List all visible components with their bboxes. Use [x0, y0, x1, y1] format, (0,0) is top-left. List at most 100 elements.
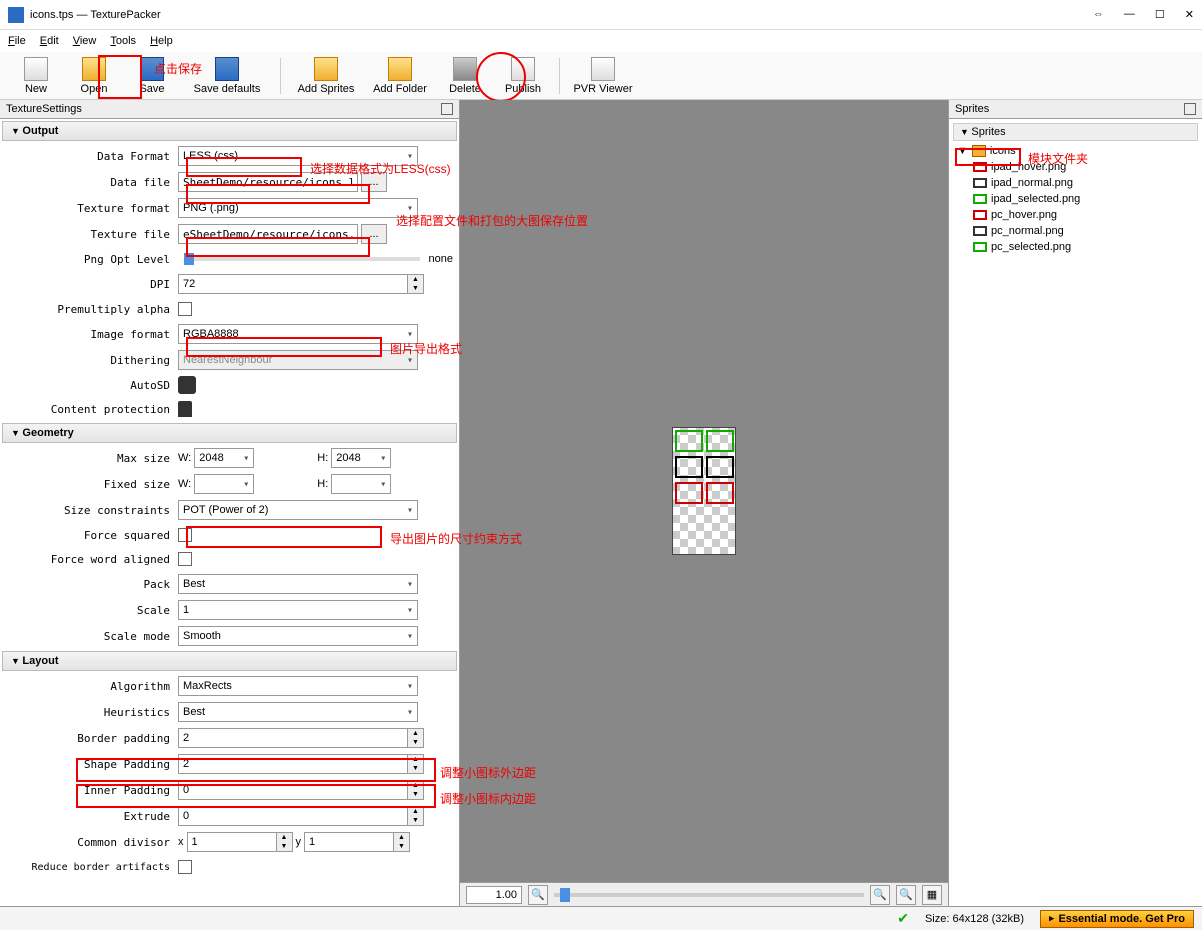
sprite-sheet-preview: [672, 427, 736, 555]
zoom-in-icon[interactable]: 🔍: [870, 885, 890, 905]
publish-button[interactable]: Publish: [495, 55, 551, 97]
tree-item[interactable]: ipad_normal.png: [953, 175, 1198, 191]
menu-tools[interactable]: Tools: [110, 35, 136, 47]
border-pad-spinner[interactable]: ▲▼: [408, 728, 424, 748]
texture-file-label: Texture file: [6, 228, 178, 241]
png-icon: [973, 242, 987, 252]
minimize-button[interactable]: —: [1124, 8, 1135, 21]
inner-pad-spinner[interactable]: ▲▼: [408, 780, 424, 800]
data-file-browse[interactable]: ...: [361, 172, 387, 192]
png-icon: [973, 226, 987, 236]
add-folder-button[interactable]: Add Folder: [365, 55, 435, 97]
size-constr-combo[interactable]: POT (Power of 2): [178, 500, 418, 520]
sprites-tree-header[interactable]: Sprites: [953, 123, 1198, 141]
texture-file-browse[interactable]: ...: [361, 224, 387, 244]
zoom-out-icon[interactable]: 🔍: [528, 885, 548, 905]
publish-icon: [511, 57, 535, 81]
shape-pad-input[interactable]: [178, 754, 408, 774]
tree-item[interactable]: pc_selected.png: [953, 239, 1198, 255]
common-y-input[interactable]: [304, 832, 394, 852]
shape-pad-spinner[interactable]: ▲▼: [408, 754, 424, 774]
autosd-gear-icon[interactable]: [178, 376, 196, 394]
menubar: File Edit View Tools Help: [0, 30, 1202, 52]
open-button[interactable]: Open: [66, 55, 122, 97]
fixed-h-combo[interactable]: [331, 474, 391, 494]
sprites-panel-title: Sprites: [949, 100, 1202, 119]
force-wa-label: Force word aligned: [6, 553, 178, 566]
close-button[interactable]: ✕: [1185, 8, 1194, 21]
tree-item[interactable]: pc_hover.png: [953, 207, 1198, 223]
pvr-viewer-button[interactable]: PVR Viewer: [568, 55, 638, 97]
delete-icon: [453, 57, 477, 81]
texture-file-input[interactable]: [178, 224, 358, 244]
tree-item[interactable]: ipad_selected.png: [953, 191, 1198, 207]
premul-label: Premultiply alpha: [6, 303, 178, 316]
zoom-fit-icon[interactable]: 🔍: [896, 885, 916, 905]
dither-combo: NearestNeighbour: [178, 350, 418, 370]
tree-folder-icons[interactable]: ▼ icons: [953, 143, 1198, 159]
menu-view[interactable]: View: [73, 35, 97, 47]
undock-icon[interactable]: [441, 103, 453, 115]
add-sprites-button[interactable]: Add Sprites: [289, 55, 363, 97]
border-pad-input[interactable]: [178, 728, 408, 748]
max-w-combo[interactable]: 2048: [194, 448, 254, 468]
png-icon: [973, 162, 987, 172]
toolbar: New Open Save Save defaults Add Sprites …: [0, 52, 1202, 100]
common-x-input[interactable]: [187, 832, 277, 852]
settings-panel: TextureSettings Output Data Format LESS …: [0, 100, 460, 906]
save-button[interactable]: Save: [124, 55, 180, 97]
tree-item[interactable]: pc_normal.png: [953, 223, 1198, 239]
lock-icon[interactable]: [178, 401, 192, 417]
reduce-label: Reduce border artifacts: [6, 862, 178, 873]
dpi-spinner[interactable]: ▲▼: [408, 274, 424, 294]
scale-mode-combo[interactable]: Smooth: [178, 626, 418, 646]
section-layout[interactable]: Layout: [2, 651, 457, 671]
zoom-slider[interactable]: [554, 893, 864, 897]
extrude-spinner[interactable]: ▲▼: [408, 806, 424, 826]
force-sq-checkbox[interactable]: [178, 528, 192, 542]
get-pro-button[interactable]: Essential mode. Get Pro: [1040, 910, 1194, 928]
sprites-panel: Sprites Sprites ▼ icons ipad_hover.png i…: [948, 100, 1202, 906]
tree-item[interactable]: ipad_hover.png: [953, 159, 1198, 175]
new-button[interactable]: New: [8, 55, 64, 97]
zoom-input[interactable]: [466, 886, 522, 904]
data-file-input[interactable]: [178, 172, 358, 192]
texture-format-combo[interactable]: PNG (.png): [178, 198, 418, 218]
data-format-combo[interactable]: LESS (css): [178, 146, 418, 166]
scale-mode-label: Scale mode: [6, 630, 178, 643]
png-opt-slider[interactable]: [184, 257, 420, 261]
heur-combo[interactable]: Best: [178, 702, 418, 722]
fixed-w-combo[interactable]: [194, 474, 254, 494]
undock-icon[interactable]: [1184, 103, 1196, 115]
save-icon: [140, 57, 164, 81]
save-defaults-button[interactable]: Save defaults: [182, 55, 272, 97]
canvas[interactable]: [460, 100, 948, 882]
delete-button[interactable]: Delete: [437, 55, 493, 97]
section-geometry[interactable]: Geometry: [2, 423, 457, 443]
scale-label: Scale: [6, 604, 178, 617]
maximize-button[interactable]: ☐: [1155, 8, 1165, 21]
menu-edit[interactable]: Edit: [40, 35, 59, 47]
menu-file[interactable]: File: [8, 35, 26, 47]
algo-label: Algorithm: [6, 680, 178, 693]
png-opt-label: Png Opt Level: [6, 253, 178, 266]
max-h-combo[interactable]: 2048: [331, 448, 391, 468]
titlebar: icons.tps — TexturePacker ⇔ — ☐ ✕: [0, 0, 1202, 30]
premul-checkbox[interactable]: [178, 302, 192, 316]
shape-pad-label: Shape Padding: [6, 758, 178, 771]
extrude-input[interactable]: [178, 806, 408, 826]
data-format-label: Data Format: [6, 150, 178, 163]
pack-combo[interactable]: Best: [178, 574, 418, 594]
scale-combo[interactable]: 1: [178, 600, 418, 620]
menu-help[interactable]: Help: [150, 35, 173, 47]
dpi-input[interactable]: [178, 274, 408, 294]
section-output[interactable]: Output: [2, 121, 457, 141]
max-size-label: Max size: [6, 452, 178, 465]
canvas-panel: 🔍 🔍 🔍 ▦: [460, 100, 948, 906]
algo-combo[interactable]: MaxRects: [178, 676, 418, 696]
img-fmt-combo[interactable]: RGBA8888: [178, 324, 418, 344]
zoom-grid-icon[interactable]: ▦: [922, 885, 942, 905]
force-wa-checkbox[interactable]: [178, 552, 192, 566]
inner-pad-input[interactable]: [178, 780, 408, 800]
reduce-checkbox[interactable]: [178, 860, 192, 874]
